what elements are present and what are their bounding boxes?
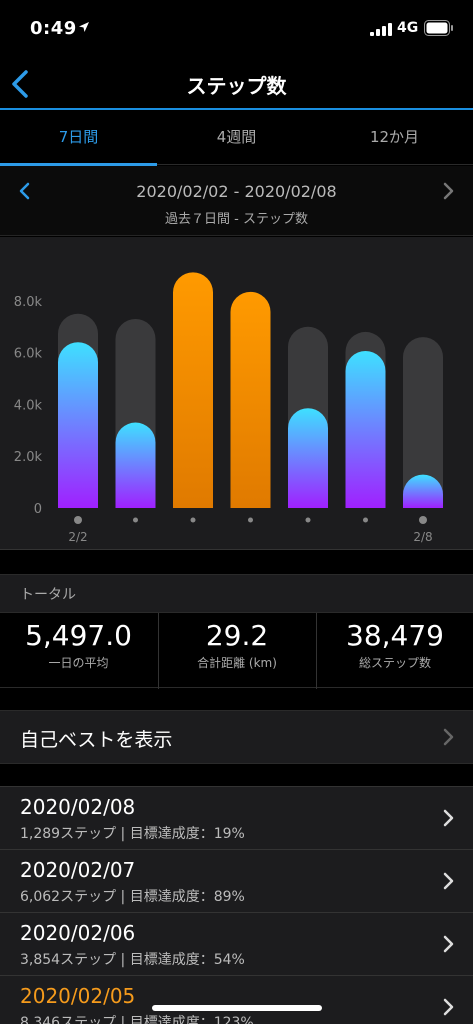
daily-list: 2020/02/08 1,289ステップ | 目標達成度：19% 2020/02… (0, 786, 473, 1024)
stat-label: 一日の平均 (48, 656, 109, 670)
stat-label: 合計距離 (km) (197, 656, 277, 670)
y-tick-label: 6.0k (14, 347, 43, 362)
day-detail: 1,289ステップ | 目標達成度：19% (20, 826, 245, 842)
period-tabs: 7日間 4週間 12か月 (0, 112, 473, 166)
tab-4-weeks[interactable]: 4週間 (158, 112, 315, 165)
stat-label: 総ステップ数 (358, 656, 431, 670)
list-item[interactable]: 2020/02/06 3,854ステップ | 目標達成度：54% (0, 912, 473, 975)
steps-bar (230, 291, 271, 508)
stat-daily-average: 5,497.0 一日の平均 (0, 613, 157, 689)
stat-value: 29.2 (205, 619, 269, 652)
steps-bar-chart: 0 2.0k 4.0k 6.0k 8.0k 2/2 2/8 (14, 272, 443, 544)
chevron-right-icon (443, 809, 454, 827)
x-tick-label: 2/2 (68, 530, 87, 544)
steps-bar (58, 342, 98, 508)
next-range-icon[interactable] (437, 178, 459, 204)
x-tick-dot (363, 517, 368, 523)
page-title: ステップ数 (186, 74, 287, 98)
steps-bar (115, 422, 156, 508)
status-bar: 0:49 4G (0, 0, 473, 58)
steps-chart: 0 2.0k 4.0k 6.0k 8.0k 2/2 2/8 (0, 237, 473, 550)
stat-total-distance: 29.2 合計距離 (km) (158, 613, 315, 689)
x-tick-dot (133, 517, 138, 523)
day-detail: 8,346ステップ | 目標達成度：123% (20, 1015, 254, 1024)
totals-header-label: トータル (20, 587, 76, 603)
home-indicator[interactable] (152, 1005, 322, 1011)
x-tick-dot (74, 516, 82, 524)
steps-bar (173, 272, 213, 508)
x-tick-dot (305, 517, 311, 523)
date-range-subtitle: 過去７日間 - ステップ数 (165, 212, 308, 227)
y-tick-label: 2.0k (14, 450, 43, 465)
network-type: 4G (397, 20, 419, 36)
date-range: 2020/02/02 - 2020/02/08 (136, 182, 337, 201)
personal-best-label: 自己ベストを表示 (20, 729, 173, 751)
tab-label: 4週間 (216, 128, 257, 146)
x-tick-dot (190, 517, 196, 523)
stat-value: 5,497.0 (25, 619, 132, 652)
list-item[interactable]: 2020/02/08 1,289ステップ | 目標達成度：19% (0, 786, 473, 849)
tab-7-days[interactable]: 7日間 (0, 112, 157, 166)
y-tick-label: 4.0k (14, 398, 43, 413)
totals-stats: 5,497.0 一日の平均 29.2 合計距離 (km) 38,479 総ステッ… (0, 612, 473, 689)
tab-label: 7日間 (58, 128, 99, 146)
y-tick-label: 0 (34, 502, 42, 517)
tab-12-months[interactable]: 12か月 (316, 112, 473, 165)
day-date: 2020/02/05 (20, 984, 136, 1008)
day-date: 2020/02/06 (20, 921, 136, 945)
day-date: 2020/02/08 (20, 795, 136, 819)
date-range-bar: 2020/02/02 - 2020/02/08 過去７日間 - ステップ数 (0, 166, 473, 236)
steps-bar (288, 408, 328, 508)
y-tick-label: 8.0k (14, 295, 43, 310)
totals-header: トータル (0, 574, 473, 612)
day-date: 2020/02/07 (20, 858, 136, 882)
day-detail: 6,062ステップ | 目標達成度：89% (20, 889, 245, 905)
steps-bar (345, 351, 386, 508)
stat-value: 38,479 (346, 619, 444, 652)
cellular-signal-icon (370, 23, 392, 36)
list-item[interactable]: 2020/02/07 6,062ステップ | 目標達成度：89% (0, 849, 473, 912)
day-detail: 3,854ステップ | 目標達成度：54% (20, 952, 245, 968)
nav-bar: ステップ数 (0, 58, 473, 110)
chevron-right-icon (443, 872, 454, 890)
show-personal-best-row[interactable]: 自己ベストを表示 (0, 710, 473, 764)
chevron-right-icon (443, 998, 454, 1016)
stat-total-steps: 38,479 総ステップ数 (316, 613, 473, 689)
x-tick-dot (248, 517, 253, 523)
x-tick-dot (419, 516, 427, 524)
chevron-right-icon (443, 728, 454, 746)
x-tick-label: 2/8 (413, 530, 432, 544)
chevron-right-icon (443, 935, 454, 953)
status-time: 0:49 (30, 18, 77, 39)
location-arrow-icon (79, 22, 89, 32)
list-item[interactable]: 2020/02/05 8,346ステップ | 目標達成度：123% (0, 975, 473, 1024)
battery-icon (424, 20, 453, 36)
tab-label: 12か月 (369, 128, 420, 146)
